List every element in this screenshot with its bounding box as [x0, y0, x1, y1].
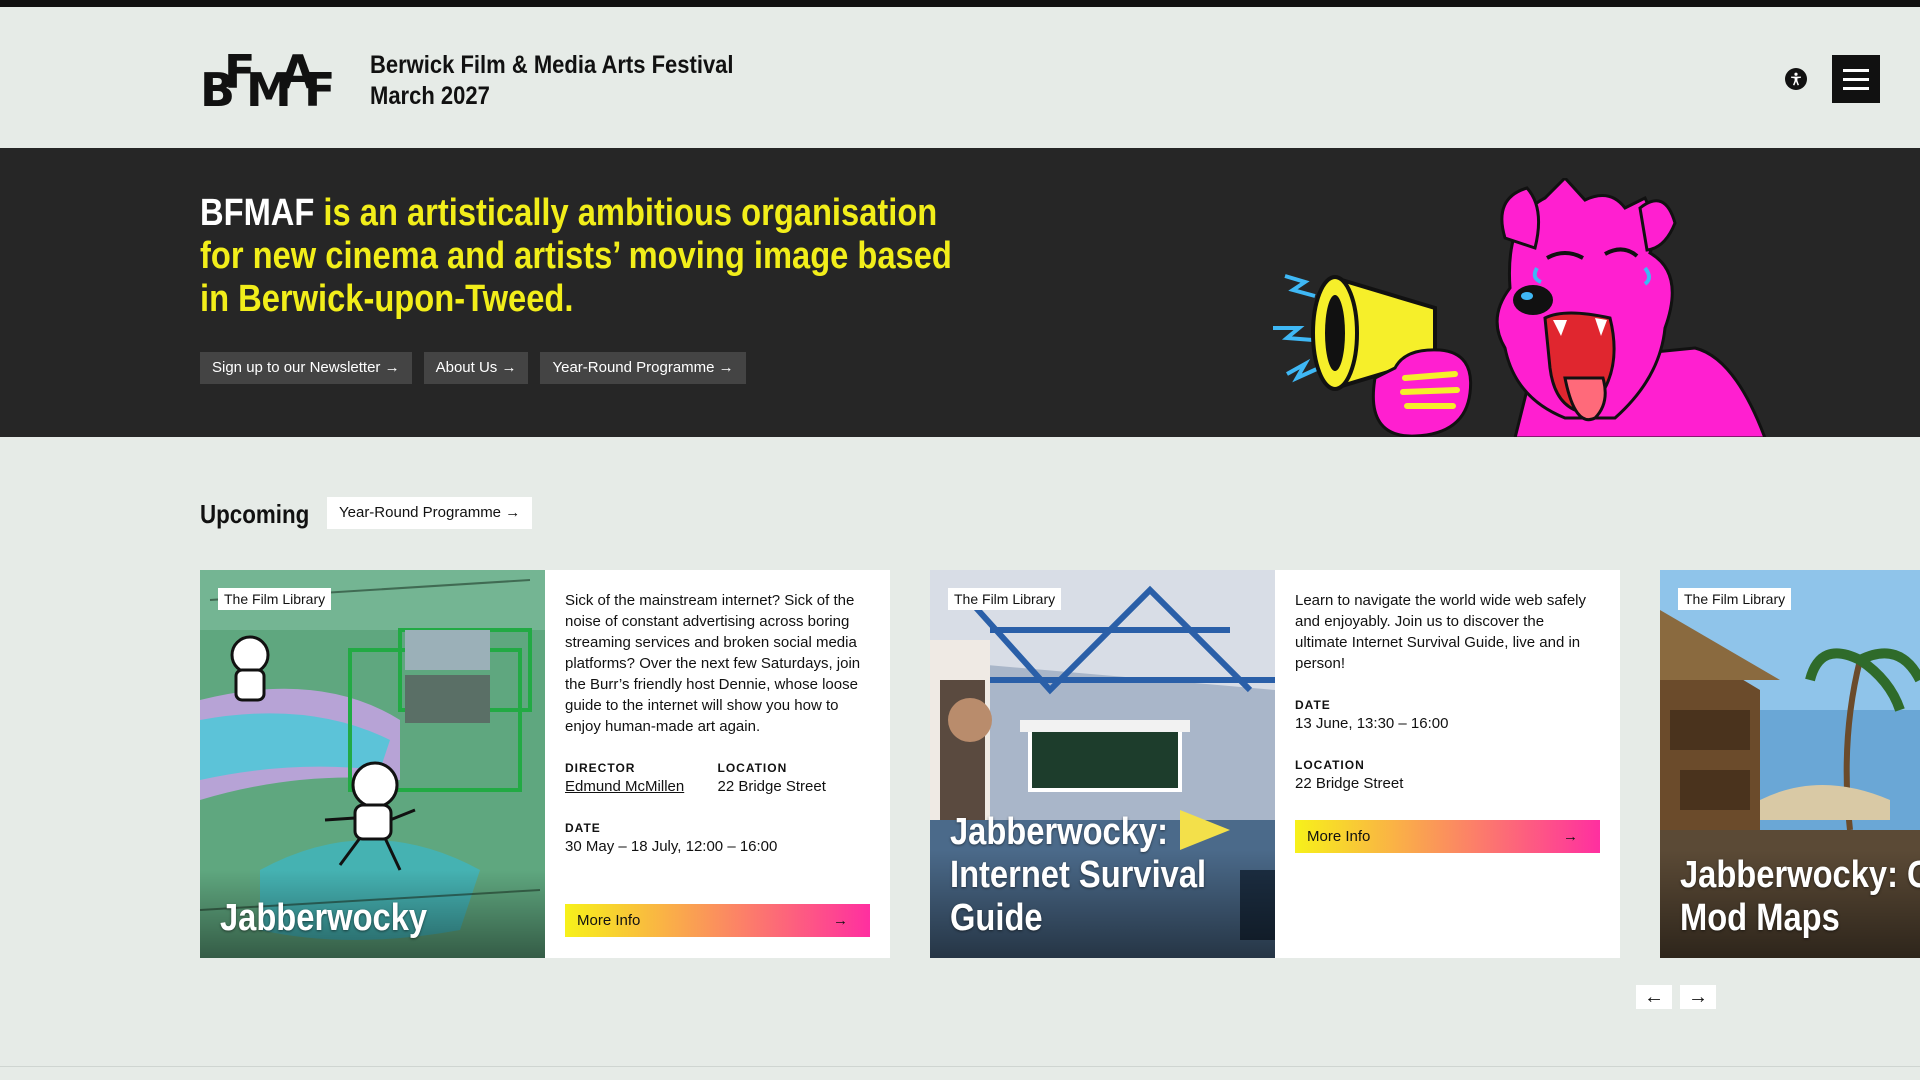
event-card-body: Learn to navigate the world wide web saf…: [1275, 570, 1620, 958]
location-value: 22 Bridge Street: [717, 778, 826, 795]
logo-letter: F: [304, 63, 336, 117]
arrow-right-icon: →: [1563, 828, 1578, 845]
event-title: Jabberwocky: Internet Survival Guide: [950, 811, 1207, 939]
event-card-body: Sick of the mainstream internet? Sick of…: [545, 570, 890, 958]
hero-brand: BFMAF: [200, 192, 315, 234]
more-info-label: More Info: [577, 912, 641, 929]
site-header: B F M A F Berwick Film & Media Arts Fest…: [0, 7, 1920, 148]
category-tag: The Film Library: [948, 588, 1062, 610]
category-tag: The Film Library: [1678, 588, 1792, 610]
event-card: The Film Library Jabberwocky Sick of the…: [200, 570, 890, 958]
event-card-image[interactable]: The Film Library Jabberwocky: G Mod Maps: [1660, 570, 1920, 958]
hero-banner: BFMAF is an artistically ambitious organ…: [0, 148, 1920, 437]
upcoming-heading: Upcoming: [200, 499, 310, 529]
site-title-line2: March 2027: [370, 82, 490, 110]
newsletter-button[interactable]: Sign up to our Newsletter →: [200, 352, 412, 384]
section-divider: [0, 1066, 1920, 1067]
location-value: 22 Bridge Street: [1295, 775, 1404, 792]
date-value: 13 June, 13:30 – 16:00: [1295, 715, 1449, 732]
year-round-programme-button[interactable]: Year-Round Programme →: [540, 352, 746, 384]
event-card: The Film Library Jabberwocky: Internet S…: [930, 570, 1620, 958]
mascot-illustration: [1273, 178, 1767, 437]
location-label: LOCATION: [1295, 758, 1365, 772]
site-title-line1: Berwick Film & Media Arts Festival: [370, 51, 734, 79]
year-round-programme-link[interactable]: Year-Round Programme →: [327, 497, 533, 529]
top-border: [0, 0, 1920, 7]
event-card: The Film Library Jabberwocky: G Mod Maps: [1660, 570, 1920, 958]
director-label: DIRECTOR: [565, 761, 636, 775]
event-description: Learn to navigate the world wide web saf…: [1295, 592, 1587, 672]
arrow-left-icon[interactable]: ←: [1636, 985, 1672, 1009]
about-us-button[interactable]: About Us →: [423, 352, 529, 384]
hamburger-menu-icon[interactable]: [1832, 55, 1880, 103]
date-value: 30 May – 18 July, 12:00 – 16:00: [565, 838, 778, 855]
director-link[interactable]: Edmund McMillen: [565, 777, 718, 797]
bfmaf-logo[interactable]: B F M A F: [200, 49, 335, 113]
site-title: Berwick Film & Media Arts Festival March…: [370, 50, 734, 112]
accessibility-icon[interactable]: [1785, 68, 1807, 90]
date-label: DATE: [565, 821, 601, 835]
arrow-right-icon[interactable]: →: [1680, 985, 1716, 1009]
event-meta-row: DIRECTOR Edmund McMillen LOCATION 22 Bri…: [565, 737, 870, 797]
arrow-right-icon: →: [833, 912, 848, 929]
hero-button-group: Sign up to our Newsletter → About Us → Y…: [200, 352, 746, 384]
event-card-image[interactable]: The Film Library Jabberwocky: Internet S…: [930, 570, 1275, 958]
more-info-button[interactable]: More Info →: [565, 904, 870, 937]
location-label: LOCATION: [717, 761, 788, 775]
date-label: DATE: [1295, 698, 1331, 712]
category-tag: The Film Library: [218, 588, 332, 610]
more-info-button[interactable]: More Info →: [1295, 820, 1600, 853]
event-title: Jabberwocky: G Mod Maps: [1680, 854, 1920, 939]
carousel-controls: ← →: [1636, 985, 1716, 1009]
event-title: Jabberwocky: [220, 897, 428, 939]
more-info-label: More Info: [1307, 828, 1371, 845]
event-description: Sick of the mainstream internet? Sick of…: [565, 592, 861, 735]
event-card-image[interactable]: The Film Library Jabberwocky: [200, 570, 545, 958]
hero-tagline: BFMAF is an artistically ambitious organ…: [200, 192, 974, 321]
